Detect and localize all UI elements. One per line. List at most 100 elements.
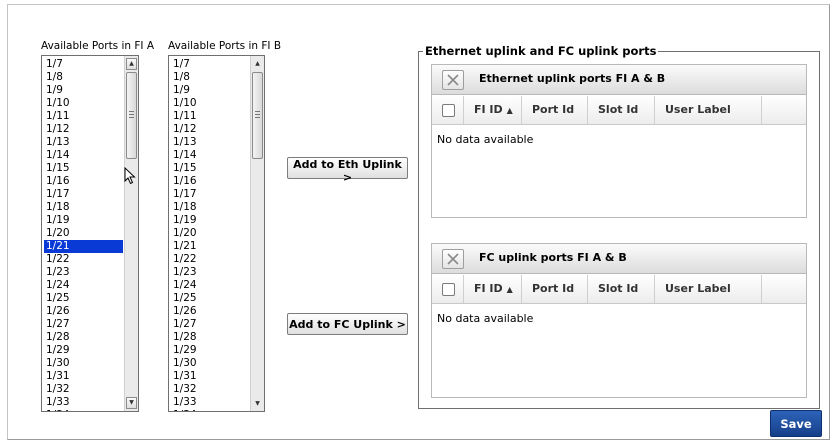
port-list-item[interactable]: 1/22 — [44, 253, 123, 266]
port-list-item[interactable]: 1/23 — [44, 266, 123, 279]
port-list-item[interactable]: 1/11 — [44, 110, 123, 123]
port-list-item[interactable]: 1/12 — [171, 123, 249, 136]
port-list-item[interactable]: 1/27 — [171, 318, 249, 331]
port-list-item[interactable]: 1/25 — [171, 292, 249, 305]
scroll-up-button[interactable]: ▲ — [253, 60, 262, 67]
remove-button[interactable] — [442, 249, 464, 269]
port-list-item[interactable]: 1/15 — [44, 162, 123, 175]
port-list-item[interactable]: 1/29 — [44, 344, 123, 357]
select-all-column — [432, 96, 464, 124]
port-list-item[interactable]: 1/20 — [171, 227, 249, 240]
port-list-item[interactable]: 1/14 — [171, 149, 249, 162]
column-port-id[interactable]: Port Id — [522, 275, 588, 303]
column-user-label[interactable]: User Label — [655, 96, 762, 124]
port-list-item[interactable]: 1/20 — [44, 227, 123, 240]
fi-a-list-label: Available Ports in FI A — [41, 40, 155, 52]
column-slot-id[interactable]: Slot Id — [588, 275, 655, 303]
port-list-item[interactable]: 1/34 — [44, 409, 123, 411]
port-list-item[interactable]: 1/26 — [171, 305, 249, 318]
empty-message: No data available — [437, 133, 534, 146]
panel-header: FC uplink ports FI A & B — [432, 244, 806, 274]
select-all-checkbox[interactable] — [442, 104, 455, 117]
scroll-thumb[interactable] — [126, 72, 137, 159]
column-slot-id[interactable]: Slot Id — [588, 96, 655, 124]
port-list-item[interactable]: 1/26 — [44, 305, 123, 318]
port-list-item[interactable]: 1/31 — [171, 370, 249, 383]
port-list-item[interactable]: 1/22 — [171, 253, 249, 266]
grip-icon — [129, 111, 134, 118]
port-list-item[interactable]: 1/29 — [171, 344, 249, 357]
port-list-item[interactable]: 1/32 — [171, 383, 249, 396]
close-icon — [447, 74, 459, 86]
port-list-item[interactable]: 1/32 — [44, 383, 123, 396]
port-list-item[interactable]: 1/12 — [44, 123, 123, 136]
port-list-item[interactable]: 1/24 — [44, 279, 123, 292]
port-list-item[interactable]: 1/31 — [44, 370, 123, 383]
port-list-item[interactable]: 1/10 — [44, 97, 123, 110]
add-to-fc-uplink-button[interactable]: Add to FC Uplink > — [287, 313, 408, 335]
remove-button[interactable] — [442, 70, 464, 90]
port-list-item[interactable]: 1/28 — [44, 331, 123, 344]
scroll-down-button[interactable]: ▼ — [126, 397, 137, 409]
port-list-item[interactable]: 1/8 — [44, 71, 123, 84]
save-button[interactable]: Save — [770, 410, 822, 437]
column-user-label[interactable]: User Label — [655, 275, 762, 303]
port-list-item[interactable]: 1/17 — [171, 188, 249, 201]
fi-a-port-list[interactable]: 1/7 1/8 1/9 1/10 1/11 1/12 1/13 1/14 1/15 1/16 1/1… — [41, 55, 139, 412]
port-list-item[interactable]: 1/18 — [171, 201, 249, 214]
port-list-item[interactable]: 1/18 — [44, 201, 123, 214]
port-list-item[interactable]: 1/33 — [171, 396, 249, 409]
port-list-item[interactable]: 1/21 — [171, 240, 249, 253]
port-list-item[interactable]: 1/16 — [44, 175, 123, 188]
scroll-up-button[interactable]: ▲ — [126, 58, 137, 70]
fi-b-scrollbar[interactable]: ▲ ▼ — [250, 56, 264, 411]
port-list-item[interactable]: 1/9 — [171, 84, 249, 97]
port-list-item[interactable]: 1/24 — [171, 279, 249, 292]
port-list-item[interactable]: 1/28 — [171, 331, 249, 344]
fi-a-items: 1/7 1/8 1/9 1/10 1/11 1/12 1/13 1/14 1/15 1/16 1/1… — [44, 58, 123, 411]
port-list-item[interactable]: 1/19 — [44, 214, 123, 227]
column-port-id[interactable]: Port Id — [522, 96, 588, 124]
panel-title: FC uplink ports FI A & B — [479, 251, 627, 264]
port-list-item[interactable]: 1/34 — [171, 409, 249, 411]
select-all-checkbox[interactable] — [442, 283, 455, 296]
sort-ascending-icon: ▲ — [506, 285, 513, 294]
scroll-down-button[interactable]: ▼ — [253, 400, 262, 407]
column-fi-id[interactable]: FI ID ▲ — [464, 275, 522, 303]
port-list-item[interactable]: 1/30 — [44, 357, 123, 370]
port-list-item[interactable]: 1/23 — [171, 266, 249, 279]
port-list-item[interactable]: 1/10 — [171, 97, 249, 110]
uplink-ports-legend: Ethernet uplink and FC uplink ports — [423, 44, 659, 58]
port-list-item[interactable]: 1/25 — [44, 292, 123, 305]
port-list-item[interactable]: 1/16 — [171, 175, 249, 188]
port-list-item[interactable]: 1/8 — [171, 71, 249, 84]
empty-message: No data available — [437, 312, 534, 325]
port-list-item[interactable]: 1/21 — [44, 240, 123, 253]
fi-b-port-list[interactable]: 1/7 1/8 1/9 1/10 1/11 1/12 1/13 1/14 1/15 1/16 1/1… — [168, 55, 265, 412]
add-to-eth-uplink-button[interactable]: Add to Eth Uplink > — [287, 157, 408, 184]
port-list-item[interactable]: 1/30 — [171, 357, 249, 370]
port-list-item[interactable]: 1/13 — [44, 136, 123, 149]
port-list-item[interactable]: 1/17 — [44, 188, 123, 201]
port-list-item[interactable]: 1/7 — [171, 58, 249, 71]
fi-b-items: 1/7 1/8 1/9 1/10 1/11 1/12 1/13 1/14 1/15 1/16 1/1… — [171, 58, 249, 411]
port-list-item[interactable]: 1/9 — [44, 84, 123, 97]
port-list-item[interactable]: 1/13 — [171, 136, 249, 149]
port-list-item[interactable]: 1/27 — [44, 318, 123, 331]
column-fi-id[interactable]: FI ID ▲ — [464, 96, 522, 124]
port-list-item[interactable]: 1/33 — [44, 396, 123, 409]
port-list-item[interactable]: 1/19 — [171, 214, 249, 227]
fi-b-list-label: Available Ports in FI B — [168, 40, 282, 52]
port-list-item[interactable]: 1/7 — [44, 58, 123, 71]
mouse-pointer-icon — [124, 167, 136, 185]
port-list-item[interactable]: 1/14 — [44, 149, 123, 162]
fi-a-scrollbar[interactable]: ▲ ▼ — [124, 56, 138, 411]
panel-header: Ethernet uplink ports FI A & B — [432, 65, 806, 95]
close-icon — [447, 253, 459, 265]
sort-ascending-icon: ▲ — [506, 106, 513, 115]
ethernet-uplink-panel: Ethernet uplink ports FI A & B FI ID ▲ Po… — [431, 64, 807, 218]
port-list-item[interactable]: 1/15 — [171, 162, 249, 175]
scroll-thumb[interactable] — [252, 72, 263, 159]
port-list-item[interactable]: 1/11 — [171, 110, 249, 123]
grid-header: FI ID ▲ Port Id Slot Id User Label — [432, 96, 806, 125]
